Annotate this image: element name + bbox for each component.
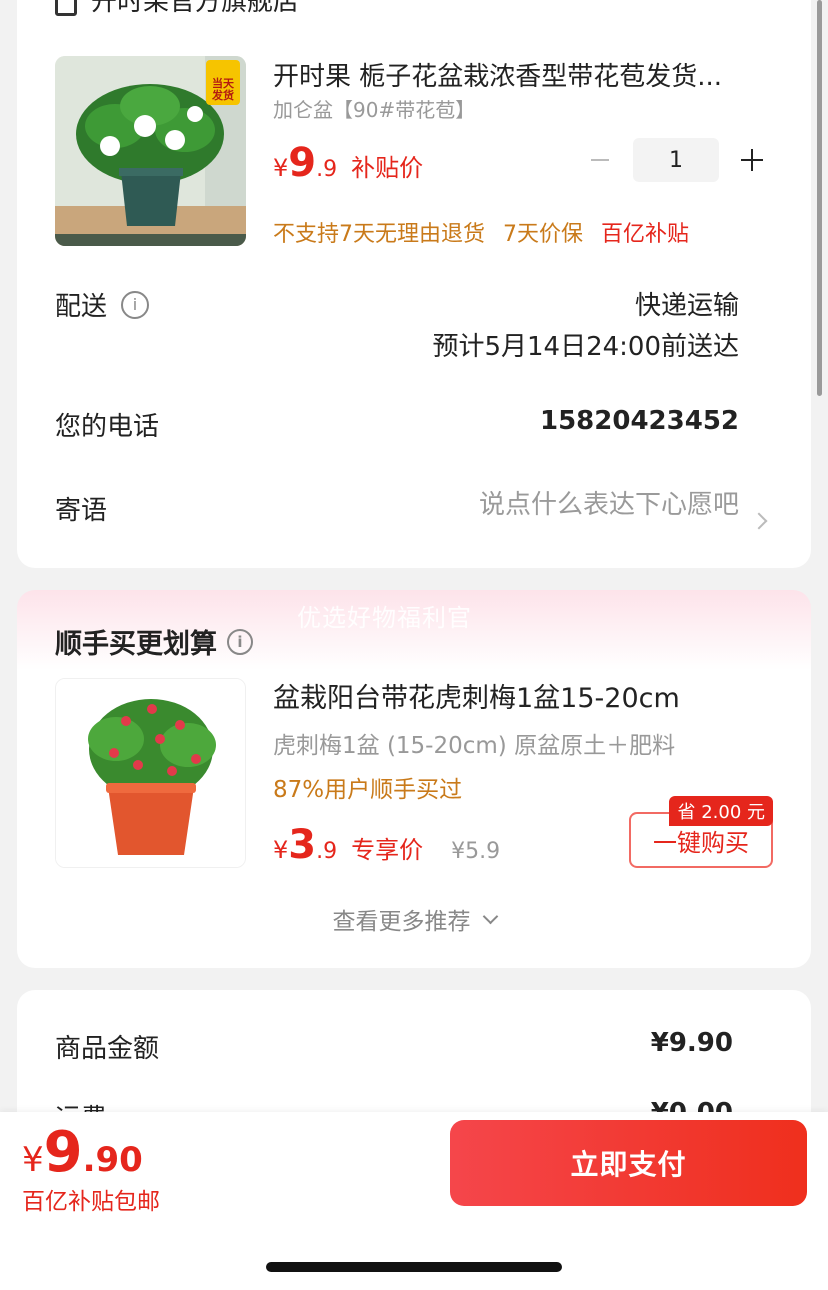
pay-bar: ¥ 9 .90 百亿补贴包邮 立即支付 [0, 1112, 828, 1218]
delivery-values: 快递运输 预计5月14日24:00前送达 [432, 286, 739, 368]
addon-buy-wrap: 省 2.00 元 一键购买 [629, 796, 773, 868]
message-label: 寄语 [55, 496, 108, 526]
quantity-stepper: 1 [585, 138, 767, 182]
service-tag-price-protect[interactable]: 7天价保 [503, 216, 583, 248]
product-spec[interactable]: 加仑盆【90#带花苞】 [273, 94, 475, 123]
product-image[interactable]: 当天发货 [55, 56, 246, 246]
same-day-badge: 当天发货 [206, 60, 240, 105]
addon-price: ¥ 3 .9 专享价 ¥5.9 [273, 822, 500, 868]
price-integer: 3 [288, 822, 317, 868]
price-symbol: ¥ [273, 154, 289, 182]
price-tag: 专享价 [351, 836, 424, 864]
total-price: ¥ 9 .90 [22, 1120, 143, 1185]
save-badge: 省 2.00 元 [669, 796, 773, 826]
total-note: 百亿补贴包邮 [22, 1189, 160, 1215]
scrollbar[interactable] [817, 0, 822, 396]
addon-section-title: 顺手买更划算 i [55, 622, 253, 661]
chevron-right-icon [750, 512, 768, 530]
product-price: ¥ 9 .9 补贴价 [273, 140, 423, 186]
message-input[interactable]: 说点什么表达下心愿吧 [479, 490, 739, 520]
pay-now-button[interactable]: 立即支付 [450, 1120, 807, 1206]
more-recommendations[interactable]: 查看更多推荐 [17, 902, 811, 936]
price-tag: 补贴价 [351, 154, 424, 182]
info-icon[interactable]: i [227, 628, 253, 655]
service-tag-no-return[interactable]: 不支持7天无理由退货 [273, 216, 485, 248]
addon-card: 优选好物福利官 顺手买更划算 i 盆栽阳台带花虎刺梅1盆15-20cm 虎刺梅1… [17, 590, 811, 968]
info-icon[interactable]: i [121, 290, 150, 319]
phone-row[interactable]: 您的电话 15820423452 [55, 406, 739, 443]
delivery-method: 快递运输 [634, 291, 739, 321]
store-header[interactable]: 开时果官方旗舰店 [55, 0, 299, 24]
price-decimal: .9 [316, 157, 338, 182]
phone-label: 您的电话 [55, 412, 160, 442]
quantity-value[interactable]: 1 [633, 138, 719, 182]
plus-icon[interactable] [737, 145, 767, 175]
total-integer: 9 [43, 1120, 83, 1185]
delivery-row[interactable]: 配送 i 快递运输 预计5月14日24:00前送达 [55, 286, 739, 368]
price-integer: 9 [288, 140, 317, 186]
price-decimal: .9 [316, 839, 338, 864]
addon-section-title-text: 顺手买更划算 [55, 629, 217, 660]
minus-icon[interactable] [585, 145, 615, 175]
store-icon [55, 0, 77, 16]
home-indicator[interactable] [266, 1262, 562, 1272]
service-tag-subsidy[interactable]: 百亿补贴 [601, 216, 689, 248]
home-area [0, 1218, 828, 1290]
message-row[interactable]: 寄语 说点什么表达下心愿吧 [55, 490, 739, 527]
addon-spec[interactable]: 虎刺梅1盆 (15-20cm) 原盆原土＋肥料 [273, 726, 675, 760]
order-card: 开时果官方旗舰店 当天发货 开时果 栀子花盆栽浓香型带花苞发货... 加仑盆【9… [17, 0, 811, 568]
chevron-down-icon [482, 908, 498, 924]
addon-image[interactable] [55, 678, 246, 868]
total-symbol: ¥ [22, 1140, 44, 1180]
goods-amount-value: ¥9.90 [650, 1028, 733, 1058]
addon-title[interactable]: 盆栽阳台带花虎刺梅1盆15-20cm [273, 676, 680, 715]
addon-social-proof: 87%用户顺手买过 [273, 777, 463, 803]
goods-amount-label: 商品金额 [55, 1034, 160, 1064]
service-tags: 不支持7天无理由退货 7天价保 百亿补贴 [273, 216, 689, 248]
goods-amount-row: 商品金额 ¥9.90 [55, 1028, 733, 1065]
more-recommendations-label: 查看更多推荐 [332, 909, 471, 935]
delivery-label: 配送 [55, 292, 108, 322]
addon-watermark: 优选好物福利官 [297, 604, 472, 632]
phone-value: 15820423452 [540, 406, 739, 436]
store-name: 开时果官方旗舰店 [91, 0, 300, 17]
total-decimal: .90 [82, 1140, 143, 1180]
product-title[interactable]: 开时果 栀子花盆栽浓香型带花苞发货... [273, 56, 753, 93]
delivery-label-wrap: 配送 i [55, 286, 150, 323]
price-symbol: ¥ [273, 836, 289, 864]
delivery-eta: 预计5月14日24:00前送达 [432, 332, 739, 362]
addon-original-price: ¥5.9 [451, 839, 501, 864]
